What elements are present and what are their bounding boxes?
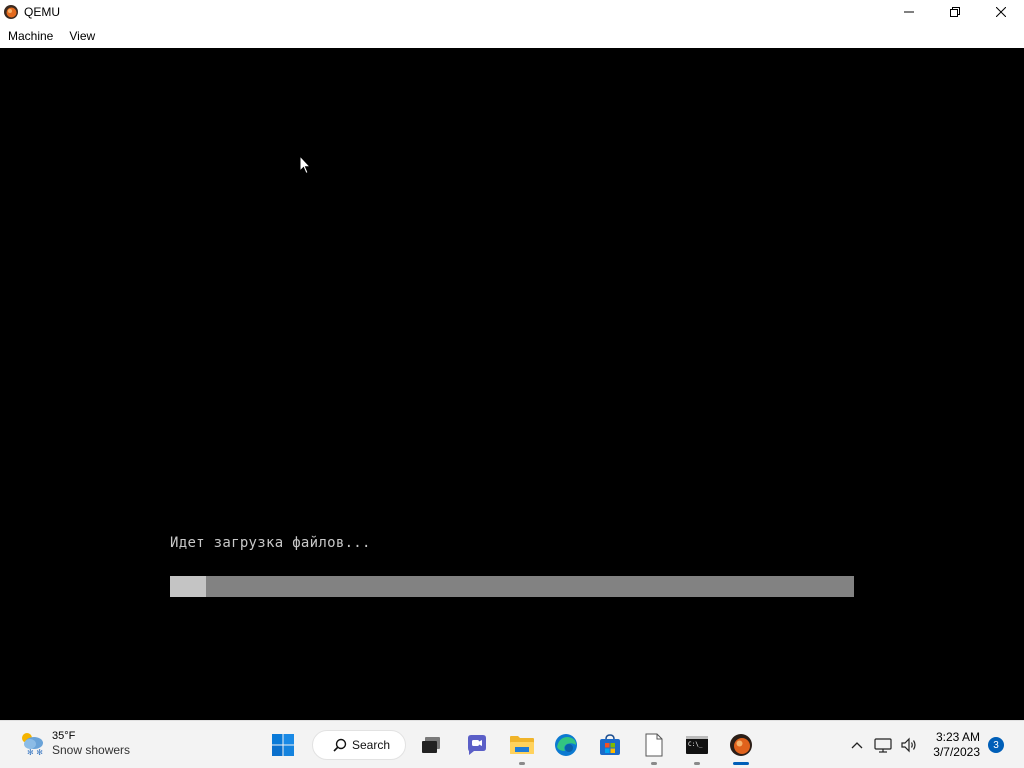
edge-button[interactable] xyxy=(550,729,582,761)
weather-snow-icon: ✻ ✻ xyxy=(18,729,46,757)
network-button[interactable] xyxy=(871,733,895,757)
qemu-icon xyxy=(730,734,752,756)
svg-text:C:\_: C:\_ xyxy=(688,741,703,748)
volume-button[interactable] xyxy=(897,733,921,757)
clock-date: 3/7/2023 xyxy=(933,745,980,759)
menu-machine[interactable]: Machine xyxy=(8,29,53,43)
svg-text:✻ ✻: ✻ ✻ xyxy=(27,748,43,757)
weather-temperature: 35°F xyxy=(52,729,76,742)
boot-progress-fill xyxy=(170,576,207,597)
running-indicator xyxy=(651,762,657,765)
minimize-button[interactable] xyxy=(886,0,932,24)
title-bar: QEMU xyxy=(0,0,1024,24)
file-icon xyxy=(645,733,663,757)
start-button[interactable] xyxy=(267,729,299,761)
clock[interactable]: 3:23 AM 3/7/2023 xyxy=(933,730,980,760)
qemu-button[interactable] xyxy=(725,729,757,765)
volume-icon xyxy=(901,737,916,753)
chat-button[interactable] xyxy=(461,729,493,761)
window-title: QEMU xyxy=(24,5,60,19)
store-icon xyxy=(600,734,620,755)
terminal-icon: C:\_ xyxy=(686,736,708,754)
vm-display[interactable]: Идет загрузка файлов... xyxy=(0,48,1024,720)
show-hidden-icons-button[interactable] xyxy=(845,733,869,757)
task-view-icon xyxy=(422,737,440,753)
weather-widget[interactable]: ✻ ✻ 35°F Snow showers xyxy=(18,729,130,757)
windows-start-icon xyxy=(272,734,294,756)
chevron-up-icon xyxy=(851,742,863,749)
chat-icon xyxy=(468,735,486,755)
close-button[interactable] xyxy=(978,0,1024,24)
system-tray: 3:23 AM 3/7/2023 3 xyxy=(845,721,1024,768)
task-view-button[interactable] xyxy=(415,729,447,761)
running-indicator xyxy=(694,762,700,765)
search-label: Search xyxy=(352,738,391,752)
menu-view[interactable]: View xyxy=(69,29,95,43)
menu-bar: Machine View xyxy=(0,24,1024,48)
mouse-pointer-icon xyxy=(299,155,311,175)
taskbar: ✻ ✻ 35°F Snow showers Search C:\_ 3:23 A… xyxy=(0,720,1024,768)
search-box[interactable]: Search xyxy=(312,730,406,760)
clock-time: 3:23 AM xyxy=(935,730,980,744)
folder-icon xyxy=(510,736,534,754)
close-icon xyxy=(996,7,1006,17)
notification-badge[interactable]: 3 xyxy=(988,737,1004,753)
network-icon xyxy=(874,738,892,753)
restore-button[interactable] xyxy=(932,0,978,24)
file-button[interactable] xyxy=(638,729,670,765)
restore-icon xyxy=(950,7,960,17)
qemu-icon xyxy=(3,4,19,20)
store-button[interactable] xyxy=(594,729,626,761)
terminal-button[interactable]: C:\_ xyxy=(681,729,713,765)
file-explorer-button[interactable] xyxy=(506,729,538,765)
boot-progress-bar xyxy=(170,576,854,597)
weather-description: Snow showers xyxy=(52,742,131,757)
edge-icon xyxy=(555,734,577,756)
search-icon xyxy=(333,738,347,752)
active-indicator xyxy=(733,762,749,765)
running-indicator xyxy=(519,762,525,765)
minimize-icon xyxy=(904,11,914,13)
boot-status-text: Идет загрузка файлов... xyxy=(170,535,371,551)
